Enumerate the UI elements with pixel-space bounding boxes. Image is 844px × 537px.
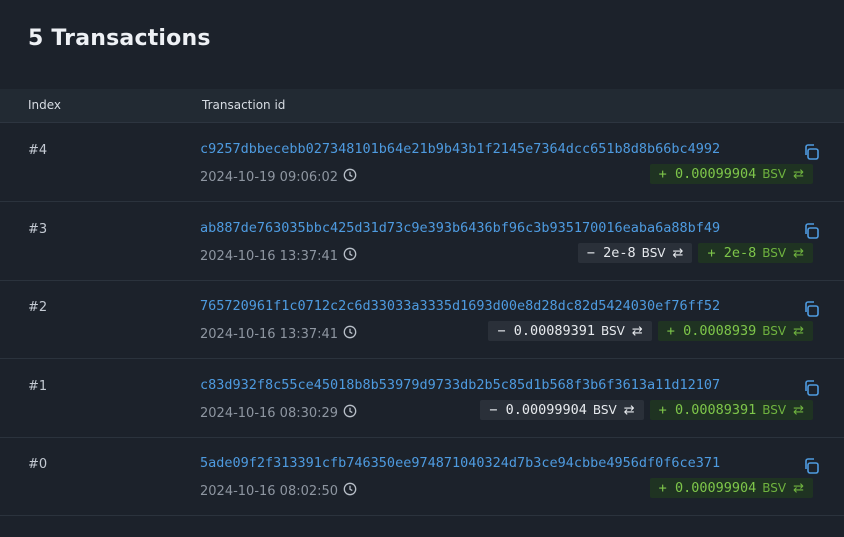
column-header-index: Index bbox=[28, 98, 62, 112]
transaction-timestamp: 2024-10-16 08:02:50 bbox=[200, 482, 357, 500]
row-index: #0 bbox=[28, 457, 48, 472]
amount-value: + 0.00089391 bbox=[658, 402, 757, 418]
amount-unit: BSV bbox=[641, 246, 666, 260]
transaction-id-link[interactable]: c83d932f8c55ce45018b8b53979d9733db2b5c85… bbox=[200, 377, 720, 393]
amount-badges: + 0.00099904 BSV ⇄ bbox=[649, 164, 813, 184]
amount-badges: − 2e-8 BSV ⇄ + 2e-8 BSV ⇄ bbox=[577, 243, 813, 263]
table-row: #1 c83d932f8c55ce45018b8b53979d9733db2b5… bbox=[0, 359, 844, 438]
table-row: #3 ab887de763035bbc425d31d73c9e393b6436b… bbox=[0, 202, 844, 281]
swap-arrows-icon[interactable]: ⇄ bbox=[632, 324, 643, 339]
swap-arrows-icon[interactable]: ⇄ bbox=[793, 403, 804, 418]
amount-in-badge[interactable]: + 0.00099904 BSV ⇄ bbox=[649, 478, 813, 498]
amount-in-badge[interactable]: + 0.0008939 BSV ⇄ bbox=[657, 321, 813, 341]
transaction-timestamp: 2024-10-16 08:30:29 bbox=[200, 404, 357, 422]
amount-value: + 0.00099904 bbox=[658, 480, 757, 496]
clock-icon bbox=[343, 404, 357, 422]
amount-value: − 0.00089391 bbox=[497, 323, 596, 339]
clock-icon bbox=[343, 247, 357, 265]
transaction-timestamp: 2024-10-19 09:06:02 bbox=[200, 168, 357, 186]
amount-unit: BSV bbox=[762, 324, 787, 338]
amount-value: − 0.00099904 bbox=[489, 402, 587, 418]
amount-badges: − 0.00089391 BSV ⇄ + 0.0008939 BSV ⇄ bbox=[488, 321, 813, 341]
amount-unit: BSV bbox=[592, 403, 617, 417]
amount-unit: BSV bbox=[762, 481, 787, 495]
amount-unit: BSV bbox=[601, 324, 625, 338]
amount-in-badge[interactable]: + 0.00089391 BSV ⇄ bbox=[649, 400, 813, 420]
amount-value: − 2e-8 bbox=[586, 245, 636, 261]
transaction-id-link[interactable]: ab887de763035bbc425d31d73c9e393b6436bf96… bbox=[200, 220, 720, 236]
row-index: #2 bbox=[28, 300, 48, 315]
swap-arrows-icon[interactable]: ⇄ bbox=[793, 481, 804, 496]
amount-unit: BSV bbox=[762, 403, 787, 417]
swap-arrows-icon[interactable]: ⇄ bbox=[793, 246, 804, 261]
swap-arrows-icon[interactable]: ⇄ bbox=[624, 403, 635, 418]
row-index: #4 bbox=[28, 143, 48, 158]
amount-out-badge[interactable]: − 2e-8 BSV ⇄ bbox=[577, 243, 693, 263]
table-row: #4 c9257dbbecebb027348101b64e21b9b43b1f2… bbox=[0, 123, 844, 202]
transaction-id-link[interactable]: 5ade09f2f313391cfb746350ee974871040324d7… bbox=[200, 455, 720, 471]
column-header-transaction-id: Transaction id bbox=[202, 98, 286, 112]
swap-arrows-icon[interactable]: ⇄ bbox=[793, 324, 804, 339]
copy-icon[interactable] bbox=[802, 222, 820, 240]
swap-arrows-icon[interactable]: ⇄ bbox=[673, 246, 684, 261]
copy-icon[interactable] bbox=[802, 300, 820, 318]
table-header: Index Transaction id bbox=[0, 89, 844, 123]
page-title: 5 Transactions bbox=[28, 26, 211, 51]
amount-out-badge[interactable]: − 0.00089391 BSV ⇄ bbox=[488, 321, 652, 341]
transaction-timestamp: 2024-10-16 13:37:41 bbox=[200, 247, 357, 265]
amount-in-badge[interactable]: + 0.00099904 BSV ⇄ bbox=[649, 164, 813, 184]
clock-icon bbox=[343, 482, 357, 500]
row-index: #1 bbox=[28, 379, 48, 394]
amount-unit: BSV bbox=[762, 246, 787, 260]
transaction-timestamp: 2024-10-16 13:37:41 bbox=[200, 325, 357, 343]
clock-icon bbox=[343, 168, 357, 186]
copy-icon[interactable] bbox=[802, 143, 820, 161]
row-index: #3 bbox=[28, 222, 48, 237]
amount-in-badge[interactable]: + 2e-8 BSV ⇄ bbox=[698, 243, 813, 263]
amount-value: + 0.00099904 bbox=[658, 166, 757, 182]
amount-out-badge[interactable]: − 0.00099904 BSV ⇄ bbox=[480, 400, 644, 420]
transaction-id-link[interactable]: 765720961f1c0712c2c6d33033a3335d1693d00e… bbox=[200, 298, 720, 314]
amount-badges: + 0.00099904 BSV ⇄ bbox=[649, 478, 813, 498]
table-row: #2 765720961f1c0712c2c6d33033a3335d1693d… bbox=[0, 280, 844, 359]
copy-icon[interactable] bbox=[802, 379, 820, 397]
copy-icon[interactable] bbox=[802, 457, 820, 475]
swap-arrows-icon[interactable]: ⇄ bbox=[793, 167, 804, 182]
table-row: #0 5ade09f2f313391cfb746350ee97487104032… bbox=[0, 437, 844, 516]
amount-value: + 0.0008939 bbox=[666, 323, 757, 339]
amount-badges: − 0.00099904 BSV ⇄ + 0.00089391 BSV ⇄ bbox=[480, 400, 813, 420]
transaction-id-link[interactable]: c9257dbbecebb027348101b64e21b9b43b1f2145… bbox=[200, 141, 720, 157]
amount-value: + 2e-8 bbox=[707, 245, 757, 261]
amount-unit: BSV bbox=[762, 167, 787, 181]
clock-icon bbox=[343, 325, 357, 343]
